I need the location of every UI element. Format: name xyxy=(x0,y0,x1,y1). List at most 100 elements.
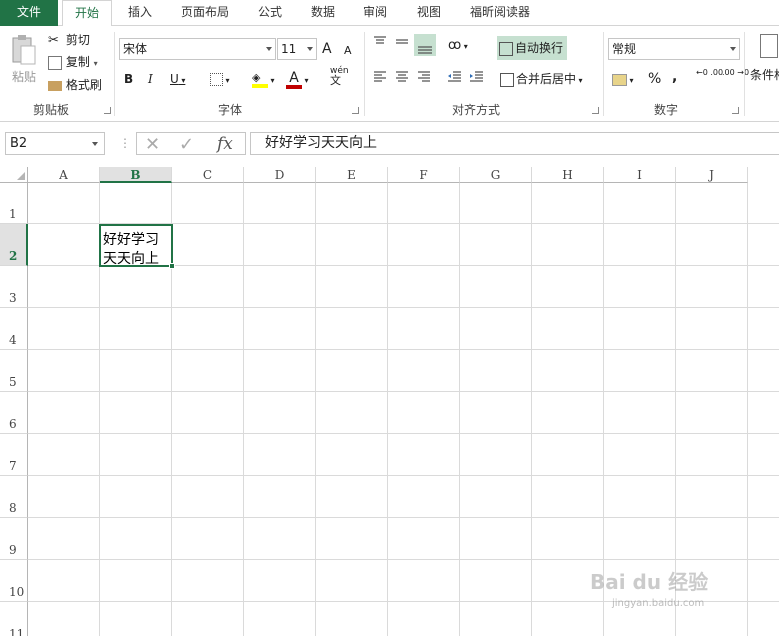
row-header-11[interactable]: 11 xyxy=(0,602,28,636)
border-button[interactable]: ▾ xyxy=(210,68,230,90)
alignment-group-label: 对齐方式 xyxy=(451,103,500,117)
orientation-button[interactable]: ꝏ ▾ xyxy=(448,34,468,56)
row-number: 5 xyxy=(9,375,17,389)
clipboard-launcher-icon[interactable] xyxy=(104,107,111,114)
bold-button[interactable]: B xyxy=(124,68,133,90)
conditional-formatting-icon xyxy=(760,34,778,58)
underline-button[interactable]: U ▾ xyxy=(170,68,185,90)
row-header-5[interactable]: 5 xyxy=(0,350,28,392)
font-launcher-icon[interactable] xyxy=(352,107,359,114)
row-number: 2 xyxy=(9,249,18,263)
column-header-f[interactable]: F xyxy=(388,167,460,183)
column-header-i[interactable]: I xyxy=(604,167,676,183)
column-header-g[interactable]: G xyxy=(460,167,532,183)
merge-center-button[interactable]: 合并后居中 ▾ xyxy=(500,68,583,90)
grow-font-button[interactable]: A xyxy=(322,38,336,60)
column-header-j[interactable]: J xyxy=(676,167,748,183)
copy-button[interactable]: 复制 ▾ xyxy=(48,51,98,73)
fill-bucket-icon: ◈ xyxy=(252,72,268,88)
font-color-icon: A xyxy=(286,71,302,89)
align-top-button[interactable] xyxy=(372,34,388,56)
gridline-horizontal xyxy=(28,559,779,560)
row-header-9[interactable]: 9 xyxy=(0,518,28,560)
selected-cell-b2[interactable]: 好好学习 天天向上 xyxy=(99,224,175,269)
align-middle-button[interactable] xyxy=(394,34,410,56)
tab-review[interactable]: 审阅 xyxy=(352,0,398,26)
cancel-icon[interactable]: ✕ xyxy=(145,134,160,155)
conditional-formatting-button[interactable]: 条件格 xyxy=(750,30,779,92)
row-header-1[interactable]: 1 xyxy=(0,183,28,224)
number-launcher-icon[interactable] xyxy=(732,107,739,114)
gridline-horizontal xyxy=(28,517,779,518)
comma-button[interactable]: , xyxy=(672,66,677,88)
row-number: 11 xyxy=(9,627,25,636)
italic-button[interactable]: I xyxy=(148,68,153,90)
column-header-e[interactable]: E xyxy=(316,167,388,183)
percent-button[interactable]: % xyxy=(648,68,661,90)
tab-foxit-reader[interactable]: 福昕阅读器 xyxy=(460,0,540,26)
column-header-c[interactable]: C xyxy=(172,167,244,183)
format-painter-button[interactable]: 格式刷 xyxy=(48,74,102,96)
cut-label: 剪切 xyxy=(65,33,90,47)
tab-home[interactable]: 开始 xyxy=(62,0,112,27)
row-number: 9 xyxy=(9,543,17,557)
paste-button[interactable]: 粘贴 xyxy=(8,30,40,92)
currency-button[interactable]: ▾ xyxy=(612,68,634,90)
fill-color-button[interactable]: ◈ ▾ xyxy=(252,68,275,90)
brush-icon xyxy=(48,80,62,91)
pinyin-button[interactable]: wén 文 xyxy=(330,66,349,88)
align-bottom-button[interactable] xyxy=(414,34,436,56)
border-icon xyxy=(210,73,223,86)
column-header-b[interactable]: B xyxy=(100,167,172,183)
number-format-select[interactable]: 常规 xyxy=(608,38,740,60)
column-header-d[interactable]: D xyxy=(244,167,316,183)
formula-bar: B2 ⋮ ✕ ✓ fx 好好学习天天向上 xyxy=(0,122,779,167)
align-center-button[interactable] xyxy=(394,68,410,90)
tab-view[interactable]: 视图 xyxy=(406,0,452,26)
tab-formulas[interactable]: 公式 xyxy=(248,0,292,26)
row-header-3[interactable]: 3 xyxy=(0,266,28,308)
tab-file[interactable]: 文件 xyxy=(0,0,58,26)
tab-data[interactable]: 数据 xyxy=(300,0,346,26)
tab-insert[interactable]: 插入 xyxy=(116,0,164,26)
conditional-formatting-label: 条件格 xyxy=(750,68,779,82)
decrease-indent-icon xyxy=(448,71,461,82)
wrap-text-button[interactable]: 自动换行 xyxy=(497,36,568,60)
formula-input[interactable]: 好好学习天天向上 xyxy=(250,132,779,155)
decrease-indent-button[interactable] xyxy=(446,68,462,90)
number-format-value: 常规 xyxy=(612,42,637,56)
paste-icon xyxy=(12,35,36,65)
shrink-font-button[interactable]: A xyxy=(344,40,356,62)
row-header-4[interactable]: 4 xyxy=(0,308,28,350)
wrap-text-label: 自动换行 xyxy=(515,41,564,55)
font-size-select[interactable]: 11 xyxy=(277,38,317,60)
ribbon-tabbar: 文件 开始 插入 页面布局 公式 数据 审阅 视图 福昕阅读器 xyxy=(0,0,779,27)
fill-handle[interactable] xyxy=(169,263,175,269)
increase-decimal-button[interactable]: ←0 .00 xyxy=(696,68,723,90)
column-header-a[interactable]: A xyxy=(28,167,100,183)
decrease-decimal-button[interactable]: .00 →0 xyxy=(722,68,749,90)
increase-indent-button[interactable] xyxy=(468,68,484,90)
row-header-7[interactable]: 7 xyxy=(0,434,28,476)
tab-page-layout[interactable]: 页面布局 xyxy=(170,0,240,26)
row-header-6[interactable]: 6 xyxy=(0,392,28,434)
font-name-select[interactable]: 宋体 xyxy=(119,38,276,60)
align-left-button[interactable] xyxy=(372,68,388,90)
alignment-launcher-icon[interactable] xyxy=(592,107,599,114)
row-header-10[interactable]: 10 xyxy=(0,560,28,602)
align-right-button[interactable] xyxy=(416,68,432,90)
row-header-2[interactable]: 2 xyxy=(0,224,28,266)
cut-button[interactable]: ✂ 剪切 xyxy=(48,29,90,51)
font-color-button[interactable]: A ▾ xyxy=(286,68,309,90)
gridline-vertical xyxy=(531,183,532,636)
enter-check-icon[interactable]: ✓ xyxy=(179,134,194,155)
select-all-button[interactable] xyxy=(0,167,28,183)
row-header-8[interactable]: 8 xyxy=(0,476,28,518)
cell-b2-text: 好好学习 天天向上 xyxy=(103,232,159,267)
pinyin-bottom-icon: 文 xyxy=(330,74,341,87)
name-box[interactable]: B2 xyxy=(5,132,105,155)
group-divider xyxy=(603,32,604,116)
formula-bar-grip-icon[interactable]: ⋮ xyxy=(119,136,131,150)
insert-function-icon[interactable]: fx xyxy=(217,134,233,154)
column-header-h[interactable]: H xyxy=(532,167,604,183)
